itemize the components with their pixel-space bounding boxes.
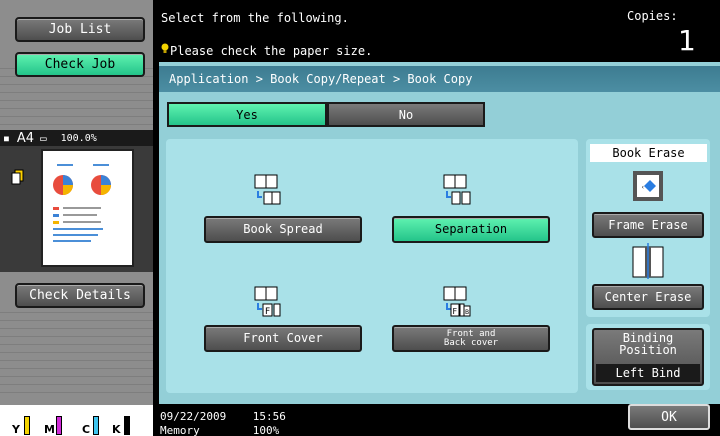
copies-label: Copies: xyxy=(627,9,678,23)
binding-position-label: Binding Position xyxy=(592,332,704,356)
book-erase-title: Book Erase xyxy=(590,144,707,162)
front-cover-icon: F xyxy=(254,286,281,317)
frame-erase-button[interactable]: Frame Erase xyxy=(592,212,704,238)
job-list-button[interactable]: Job List xyxy=(15,17,145,42)
ok-button[interactable]: OK xyxy=(628,404,710,430)
center-erase-button[interactable]: Center Erase xyxy=(592,284,704,310)
breadcrumb: Application > Book Copy/Repeat > Book Co… xyxy=(159,66,720,92)
binding-position-value: Left Bind xyxy=(596,364,700,382)
original-status-strip: ■ A4 ▭ 100.0% xyxy=(0,130,153,146)
preview-document-icon xyxy=(53,164,111,242)
frame-erase-icon: ‹ xyxy=(633,171,663,201)
toner-bar-cyan xyxy=(93,416,99,435)
check-job-button[interactable]: Check Job xyxy=(15,52,145,77)
front-back-cover-icon: F B xyxy=(443,286,471,317)
paper-size-warning: Please check the paper size. xyxy=(170,44,373,58)
memory-status: Memory 100% xyxy=(160,424,280,436)
toner-label-y: Y xyxy=(12,423,20,436)
instruction-message: Select from the following. xyxy=(161,11,349,25)
separation-button[interactable]: Separation xyxy=(392,216,550,243)
lightbulb-icon xyxy=(161,43,169,53)
svg-text:F: F xyxy=(265,307,270,317)
toner-levels: Y M C K xyxy=(0,405,153,436)
binding-label-line2: Position xyxy=(619,343,677,357)
orientation-icon: ▭ xyxy=(40,131,47,145)
svg-text:B: B xyxy=(465,309,469,316)
page-preview xyxy=(41,149,134,267)
yes-toggle[interactable]: Yes xyxy=(167,102,327,127)
svg-text:F: F xyxy=(453,307,458,316)
center-erase-icon xyxy=(632,243,664,279)
book-spread-icon xyxy=(254,174,281,205)
toner-label-m: M xyxy=(44,423,55,436)
front-back-cover-label-2: Back cover xyxy=(443,337,499,348)
toner-label-k: K xyxy=(112,423,121,436)
svg-text:‹: ‹ xyxy=(641,184,645,191)
separation-icon xyxy=(443,174,471,205)
front-back-cover-button[interactable]: Front and Back cover xyxy=(392,325,550,352)
book-copy-options xyxy=(166,139,578,393)
date-time: 09/22/2009 15:56 xyxy=(160,410,286,423)
check-details-button[interactable]: Check Details xyxy=(15,283,145,308)
toner-bar-magenta xyxy=(56,416,62,435)
no-toggle[interactable]: No xyxy=(327,102,485,127)
toner-label-c: C xyxy=(82,423,91,436)
paper-icon: ■ xyxy=(4,133,9,143)
paper-size: A4 xyxy=(16,130,34,146)
zoom-level: 100.0% xyxy=(60,132,97,144)
book-spread-button[interactable]: Book Spread xyxy=(204,216,362,243)
copies-count: 1 xyxy=(678,24,696,57)
front-cover-button[interactable]: Front Cover xyxy=(204,325,362,352)
toner-bar-black xyxy=(124,416,130,435)
toner-bar-yellow xyxy=(24,416,30,435)
stacked-pages-icon xyxy=(11,169,24,185)
